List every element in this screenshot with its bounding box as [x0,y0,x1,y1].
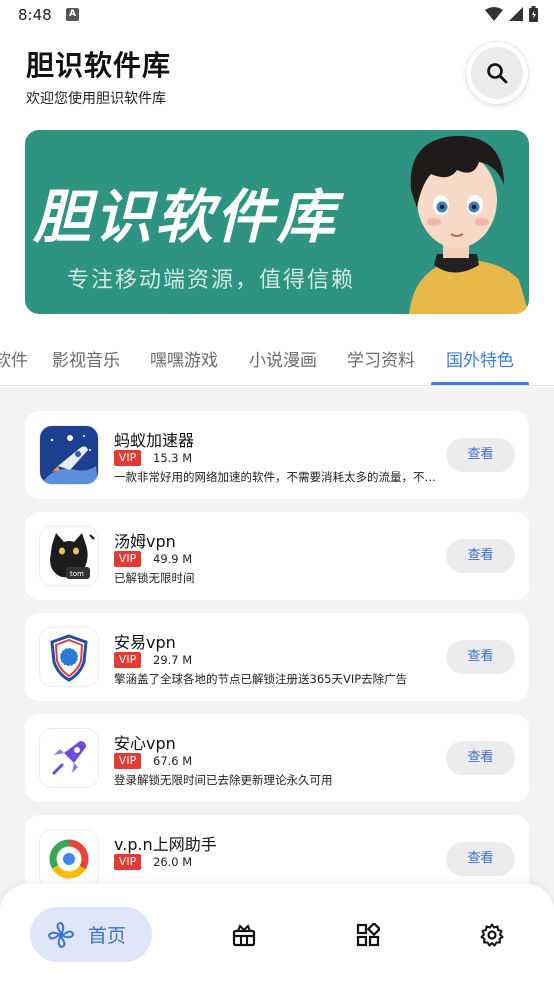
svg-text:tom: tom [70,570,84,578]
status-bar: 8:48 A [0,0,554,30]
tab-study-materials[interactable]: 学习资料 [347,346,415,371]
list-item[interactable]: tom 汤姆vpn VIP 49.9 M 已解锁无限时间 查看 [25,512,529,600]
tab-video-music[interactable]: 影视音乐 [52,346,120,371]
list-item[interactable]: 蚂蚁加速器 VIP 15.3 M 一款非常好用的网络加速的软件，不需要消耗太多的… [25,411,529,499]
view-button[interactable]: 查看 [446,539,515,573]
search-icon [487,63,508,84]
app-size: 29.7 M [153,653,193,667]
vip-badge: VIP [114,652,141,668]
apps-grid-icon[interactable] [356,923,380,947]
app-name: 安心vpn [114,734,176,753]
app-name: v.p.n上网助手 [114,835,217,854]
status-icons [485,6,538,22]
vip-badge: VIP [114,753,141,769]
view-button[interactable]: 查看 [446,438,515,472]
app-description: 登录解锁无限时间已去除更新理论永久可用 [114,773,333,787]
app-icon-vpn-helper [40,830,98,888]
app-icon-anyi-vpn [40,628,98,686]
app-size: 49.9 M [153,552,193,566]
vip-badge: VIP [114,450,141,466]
app-subtitle: 欢迎您使用胆识软件库 [26,91,166,107]
app-icon-anxin-vpn [40,729,98,787]
view-button[interactable]: 查看 [446,741,515,775]
gift-box-icon[interactable] [232,923,256,947]
tab-novels-comics[interactable]: 小说漫画 [249,346,317,371]
signal-icon [509,7,523,21]
view-button[interactable]: 查看 [446,640,515,674]
app-header: 胆识软件库 欢迎您使用胆识软件库 [0,30,554,122]
settings-gear-icon[interactable] [480,923,504,947]
banner-title: 胆识软件库 [33,183,339,251]
tab-games[interactable]: 嘿嘿游戏 [150,346,218,371]
notification-a-icon: A [66,8,79,21]
nav-home[interactable]: 首页 [30,907,152,962]
list-item[interactable]: 安心vpn VIP 67.6 M 登录解锁无限时间已去除更新理论永久可用 查看 [25,714,529,802]
search-button[interactable] [466,42,528,104]
bottom-navigation: 首页 [0,884,554,984]
app-description: 擎涵盖了全球各地的节点已解锁注册送365天VIP去除广告 [114,672,408,686]
app-name: 蚂蚁加速器 [114,431,195,450]
banner-subtitle: 专注移动端资源，值得信赖 [67,268,356,293]
tab-foreign-features[interactable]: 国外特色 [446,346,514,371]
active-tab-indicator [431,382,529,385]
tab-software[interactable]: 软件 [0,346,28,371]
app-size: 67.6 M [153,754,193,768]
promo-banner[interactable]: 胆识软件库 专注移动端资源，值得信赖 [25,130,529,314]
app-icon-tom-vpn: tom [40,527,98,585]
home-icon [48,921,74,948]
category-tabs: 软件 影视音乐 嘿嘿游戏 小说漫画 学习资料 国外特色 [0,334,554,386]
view-button[interactable]: 查看 [446,842,515,876]
app-name: 汤姆vpn [114,532,176,551]
vip-badge: VIP [114,854,141,870]
app-name: 安易vpn [114,633,176,652]
vip-badge: VIP [114,551,141,567]
app-title: 胆识软件库 [26,49,172,82]
app-description: 一款非常好用的网络加速的软件，不需要消耗太多的流量，不会对手机 [114,470,444,484]
status-time: 8:48 [18,6,52,24]
search-button-inner [471,47,523,99]
app-size: 26.0 M [153,855,193,869]
app-size: 15.3 M [153,451,193,465]
battery-icon [529,6,538,22]
app-description: 已解锁无限时间 [114,571,195,585]
banner-boy-illustration [409,135,529,314]
app-icon-ant-accelerator [40,426,98,484]
list-item[interactable]: 安易vpn VIP 29.7 M 擎涵盖了全球各地的节点已解锁注册送365天VI… [25,613,529,701]
wifi-icon [485,7,503,21]
nav-home-label: 首页 [88,925,127,947]
